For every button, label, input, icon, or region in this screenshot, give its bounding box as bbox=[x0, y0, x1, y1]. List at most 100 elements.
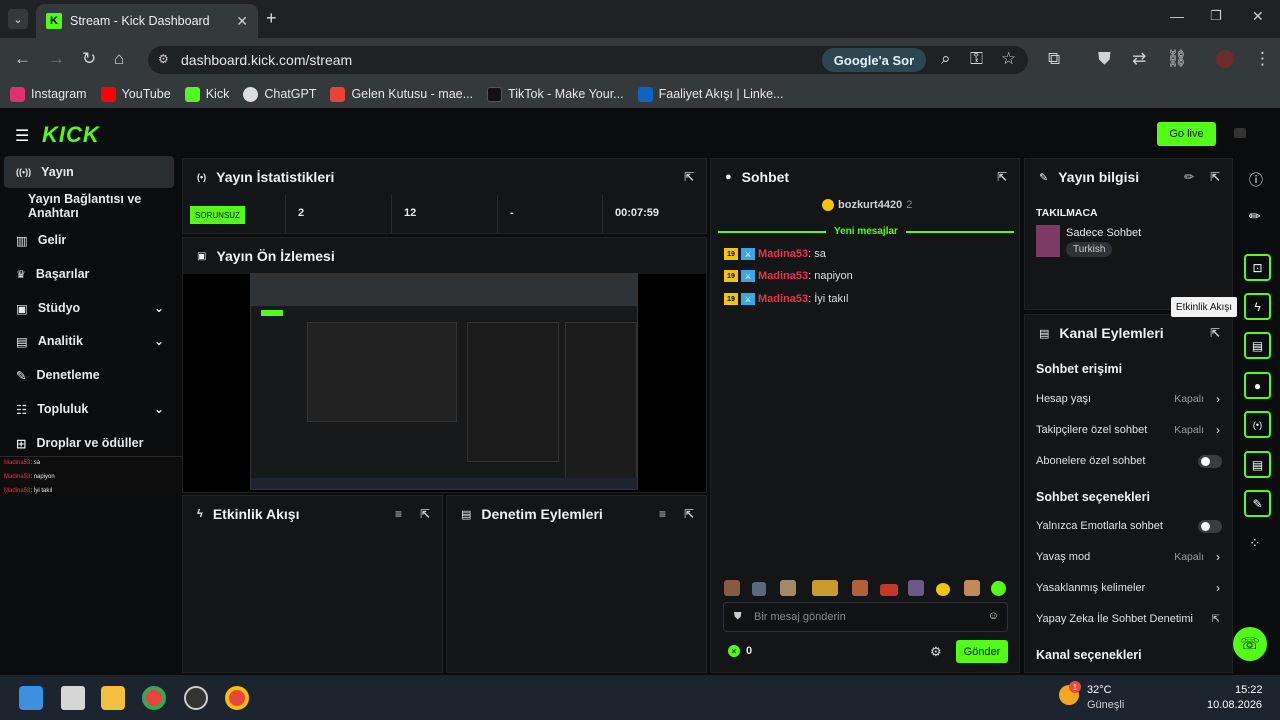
profile-avatar[interactable] bbox=[1216, 50, 1234, 68]
popout-icon[interactable]: ⇱ bbox=[1210, 326, 1220, 340]
bookmark-chatgpt[interactable]: ChatGPT bbox=[243, 86, 316, 102]
minimize-icon[interactable]: — bbox=[1170, 8, 1184, 24]
support-chat-icon[interactable]: ☏ bbox=[1233, 627, 1267, 661]
chrome-profile-icon[interactable] bbox=[225, 686, 249, 710]
go-live-button[interactable]: Go live bbox=[1157, 122, 1216, 146]
sidebar-item-studyo[interactable]: ▣ Stüdyo ⌄ bbox=[4, 292, 174, 324]
restore-icon[interactable]: ❐ bbox=[1210, 8, 1222, 24]
forward-icon[interactable]: → bbox=[48, 49, 65, 69]
chat-username[interactable]: Madina53 bbox=[758, 248, 808, 260]
ai-moderation-row[interactable]: Yapay Zeka İle Sohbet Denetimi ⇱ bbox=[1036, 611, 1224, 627]
emoji-icon[interactable]: ☺ bbox=[988, 610, 999, 622]
sidebar-item-denetleme[interactable]: ✎ Denetleme bbox=[4, 359, 174, 391]
emote-icon[interactable] bbox=[852, 580, 868, 596]
reload-icon[interactable]: ↻ bbox=[82, 49, 96, 69]
obs-icon[interactable] bbox=[184, 686, 208, 710]
chat-username[interactable]: Madina53 bbox=[758, 270, 808, 282]
emote-icon[interactable] bbox=[936, 583, 950, 596]
user-avatar[interactable] bbox=[1234, 128, 1246, 138]
bookmark-gmail[interactable]: Gelen Kutusu - mae... bbox=[330, 86, 473, 102]
subscribers-only-toggle[interactable] bbox=[1198, 454, 1222, 468]
rail-chat-icon[interactable]: ● bbox=[1244, 372, 1271, 399]
stream-preview-video[interactable] bbox=[250, 273, 638, 490]
filter-icon[interactable]: ≡ bbox=[395, 507, 402, 521]
chat-input[interactable]: ⛊ Bir mesaj gönderin ☺ bbox=[723, 602, 1008, 632]
preview-panel bbox=[565, 322, 637, 482]
send-button[interactable]: Gönder bbox=[956, 640, 1008, 663]
bookmark-star-icon[interactable]: ☆ bbox=[1001, 49, 1016, 69]
emote-icon[interactable] bbox=[780, 580, 796, 596]
chat-settings-icon[interactable]: ⚙ bbox=[930, 644, 942, 660]
info-icon[interactable]: ⓘ bbox=[1249, 170, 1263, 190]
bookmark-instagram[interactable]: Instagram bbox=[10, 86, 87, 102]
google-ask-button[interactable]: Google'a Sor bbox=[822, 48, 926, 72]
chat-message[interactable]: 19 ⚔ Madina53: napiyon bbox=[724, 269, 853, 283]
password-key-icon[interactable]: ⚿ bbox=[970, 49, 983, 69]
task-view-icon[interactable] bbox=[61, 686, 85, 710]
sidebar-item-stream-key[interactable]: Yayın Bağlantısı ve Anahtarı bbox=[4, 190, 174, 222]
rail-wrench-icon[interactable]: ✎ bbox=[1244, 490, 1271, 517]
vpn-icon[interactable]: ⛊ bbox=[1098, 49, 1111, 69]
emote-icon[interactable] bbox=[812, 580, 838, 596]
popout-icon[interactable]: ⇱ bbox=[684, 170, 694, 184]
banned-words-row[interactable]: Yasaklanmış kelimeler › bbox=[1036, 580, 1224, 596]
emote-icon[interactable] bbox=[752, 582, 766, 596]
rail-preview-icon[interactable]: ⊡ bbox=[1244, 254, 1271, 281]
popout-icon[interactable]: ⇱ bbox=[1210, 170, 1220, 184]
rail-channel-icon[interactable]: ▤ bbox=[1244, 451, 1271, 478]
kick-logo[interactable]: KICK bbox=[42, 122, 100, 148]
pinned-user[interactable]: bozkurt4420 2 bbox=[822, 199, 912, 211]
chrome-icon[interactable] bbox=[142, 686, 166, 710]
new-tab-button[interactable]: + bbox=[266, 8, 277, 29]
emotes-only-toggle[interactable] bbox=[1198, 519, 1222, 533]
translate-icon[interactable]: ⇄ bbox=[1132, 49, 1146, 69]
edit-pencil-icon[interactable]: ✏ bbox=[1184, 170, 1194, 184]
sidebar-item-yayin[interactable]: ((•)) Yayın bbox=[4, 156, 174, 188]
sidebar-item-topluluk[interactable]: ☷ Topluluk ⌄ bbox=[4, 393, 174, 425]
sidebar-item-analitik[interactable]: ▤ Analitik ⌄ bbox=[4, 325, 174, 357]
bookmark-kick[interactable]: Kick bbox=[184, 86, 229, 102]
window-close-icon[interactable]: ✕ bbox=[1252, 8, 1264, 25]
sidebar-item-basarilar[interactable]: ♛ Başarılar bbox=[4, 258, 174, 290]
back-icon[interactable]: ← bbox=[14, 49, 31, 69]
home-icon[interactable]: ⌂ bbox=[114, 49, 124, 69]
site-settings-icon[interactable]: ⚙ bbox=[158, 52, 169, 66]
followers-only-row[interactable]: Takipçilere özel sohbet Kapalı › bbox=[1036, 422, 1224, 438]
popout-icon[interactable]: ⇱ bbox=[420, 507, 430, 521]
emote-icon[interactable] bbox=[964, 580, 980, 596]
chat-username[interactable]: Madina53 bbox=[758, 293, 808, 305]
menu-kebab-icon[interactable]: ⋮ bbox=[1254, 49, 1271, 69]
rail-activity-icon[interactable]: ϟ bbox=[1244, 293, 1271, 320]
sidebar-item-droplar[interactable]: ⊞ Droplar ve ödüller bbox=[4, 427, 174, 459]
filter-icon[interactable]: ≡ bbox=[659, 507, 666, 521]
emote-icon[interactable] bbox=[908, 580, 924, 596]
zoom-icon[interactable]: ⌕ bbox=[941, 49, 951, 69]
edit-pencil-icon[interactable]: ✏ bbox=[1249, 208, 1261, 225]
popout-icon[interactable]: ⇱ bbox=[684, 507, 694, 521]
apps-icon[interactable]: ⁘ bbox=[1249, 535, 1261, 552]
clock-date[interactable]: 10.08.2026 bbox=[1207, 699, 1262, 711]
slow-mode-row[interactable]: Yavaş mod Kapalı › bbox=[1036, 549, 1224, 565]
sidebar-item-gelir[interactable]: ▥ Gelir bbox=[4, 224, 174, 256]
chat-message[interactable]: 19 ⚔ Madina53: İyi takıl bbox=[724, 292, 848, 306]
tab-search-button[interactable]: ⌄ bbox=[8, 9, 28, 29]
account-age-row[interactable]: Hesap yaşı Kapalı › bbox=[1036, 391, 1224, 407]
popout-icon[interactable]: ⇱ bbox=[997, 170, 1007, 184]
chat-message[interactable]: 19 ⚔ Madina53: sa bbox=[724, 247, 826, 261]
rail-broadcast-icon[interactable]: (•) bbox=[1244, 411, 1271, 438]
tab-kick-dashboard[interactable]: K Stream - Kick Dashboard ✕ bbox=[36, 4, 258, 38]
emote-icon[interactable] bbox=[724, 580, 740, 596]
file-explorer-icon[interactable] bbox=[101, 686, 125, 710]
bookmark-tiktok[interactable]: TikTok - Make Your... bbox=[487, 86, 624, 102]
bookmark-linkedin[interactable]: Faaliyet Akışı | Linke... bbox=[637, 86, 783, 102]
clock-time[interactable]: 15:22 bbox=[1235, 684, 1263, 696]
hamburger-menu-icon[interactable]: ☰ bbox=[15, 126, 29, 146]
emote-picker-icon[interactable] bbox=[991, 581, 1006, 596]
emote-icon[interactable] bbox=[880, 584, 898, 596]
bookmark-youtube[interactable]: YouTube bbox=[100, 86, 171, 102]
tab-close-icon[interactable]: ✕ bbox=[236, 13, 248, 30]
link-icon[interactable]: ⛓ bbox=[1166, 49, 1188, 69]
extensions-icon[interactable]: ⧉ bbox=[1048, 49, 1060, 69]
rail-moderation-icon[interactable]: ▤ bbox=[1244, 332, 1271, 359]
start-icon[interactable] bbox=[19, 686, 43, 710]
